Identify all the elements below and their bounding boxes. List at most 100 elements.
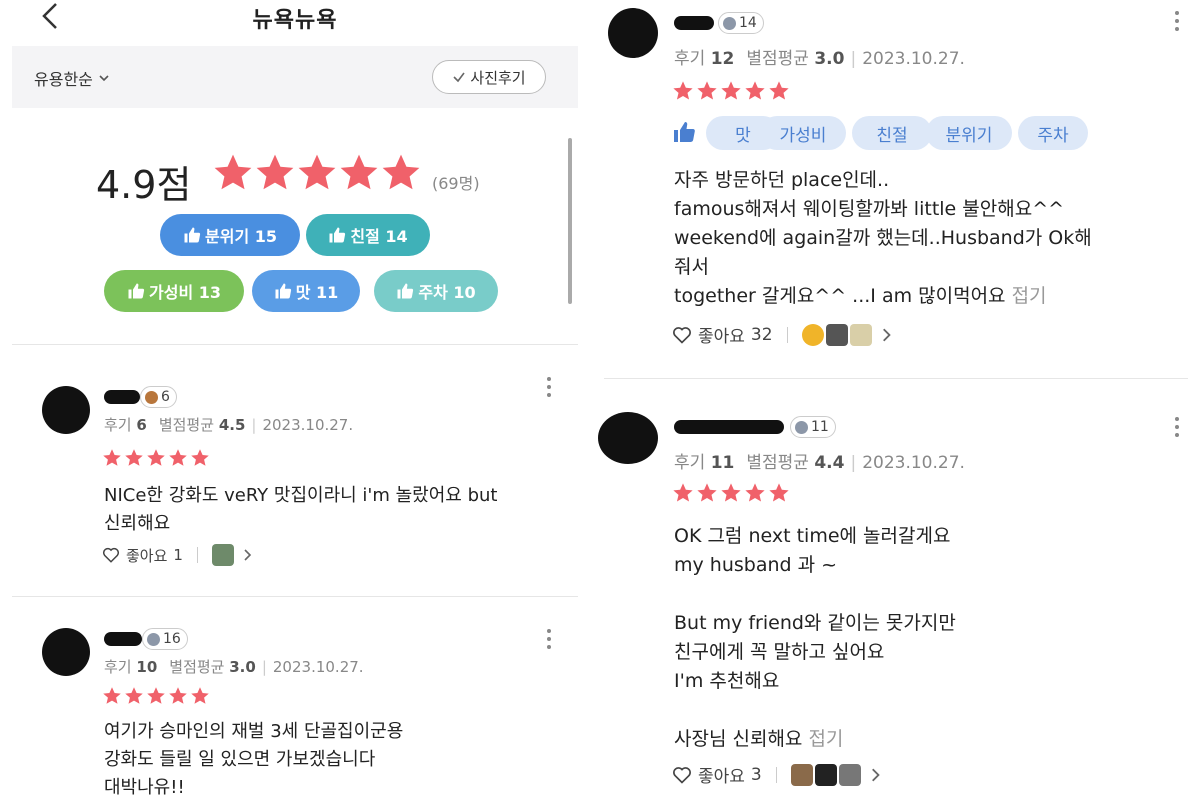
fold-link[interactable]: 접기 xyxy=(1012,285,1047,307)
star-icon xyxy=(256,154,294,190)
reactor-avatar xyxy=(838,763,861,786)
photo-review-filter-button[interactable]: 사진후기 xyxy=(432,60,546,94)
like-count: 1 xyxy=(173,546,183,564)
keyword-tag: 주차 xyxy=(1018,116,1088,150)
reactor-avatars[interactable] xyxy=(211,544,234,566)
keyword-chip-label: 가성비 13 xyxy=(149,283,221,302)
nickname-redacted xyxy=(674,16,714,30)
level-medal-icon xyxy=(147,632,160,646)
sort-selected-label: 유용한순 xyxy=(34,70,93,89)
average-stars xyxy=(212,152,422,194)
level-badge: 11 xyxy=(790,416,836,438)
right-screen: 14 후기 12 별점평균 3.0 | 2023.10.27. 맛 가성비 친절 분위기 주차… xyxy=(590,0,1200,800)
level-badge: 14 xyxy=(718,12,764,34)
star-icon xyxy=(169,687,187,704)
avatar[interactable] xyxy=(598,412,658,464)
review-body: 여기가 승마인의 재벌 3세 단골집이군용 강화도 들릴 일 있으면 가보겠습니… xyxy=(104,721,404,798)
star-icon xyxy=(697,483,717,502)
reactor-avatar xyxy=(211,544,234,566)
keyword-chip[interactable]: 가성비 13 xyxy=(104,270,244,312)
more-options-icon[interactable] xyxy=(546,628,552,650)
chevron-down-icon xyxy=(99,75,109,82)
nickname-redacted xyxy=(104,390,140,404)
check-icon xyxy=(453,72,466,83)
more-options-icon[interactable] xyxy=(1174,10,1180,32)
review-card: 14 후기 12 별점평균 3.0 | 2023.10.27. 맛 가성비 친절 분위기 주차… xyxy=(590,0,1200,380)
average-score: 4.9점 xyxy=(96,163,192,207)
star-icon xyxy=(721,81,741,100)
review-card: 6 후기 6 별점평균 4.5 | 2023.10.27. NICe한 강화도 veR… xyxy=(0,370,590,590)
left-screen: 뉴욕뉴욕 유용한순 사진후기 4.9점 (69명) 분위기 15 친절 14 가성비… xyxy=(0,0,590,800)
keyword-chip-label: 주차 10 xyxy=(418,283,476,302)
level-badge: 16 xyxy=(142,628,188,650)
reactor-avatar xyxy=(825,323,848,346)
keyword-tag: 분위기 xyxy=(926,116,1012,150)
avatar[interactable] xyxy=(42,386,90,434)
review-meta: 후기 11 별점평균 4.4 | 2023.10.27. xyxy=(674,453,965,473)
nickname-redacted xyxy=(674,420,784,434)
keyword-chip[interactable]: 분위기 15 xyxy=(160,214,300,256)
heart-icon[interactable] xyxy=(672,765,692,785)
chevron-right-icon[interactable] xyxy=(240,548,254,562)
divider xyxy=(604,378,1188,379)
reactor-avatar xyxy=(849,323,872,346)
like-row: 좋아요 1 xyxy=(102,544,254,566)
review-stars xyxy=(672,482,790,504)
star-icon xyxy=(382,154,420,190)
thumbs-up-icon xyxy=(184,227,201,243)
keyword-chip[interactable]: 맛 11 xyxy=(252,270,360,312)
keyword-chip-label: 분위기 15 xyxy=(205,227,277,246)
keyword-chip[interactable]: 주차 10 xyxy=(374,270,498,312)
page-title: 뉴욕뉴욕 xyxy=(252,8,338,33)
like-label[interactable]: 좋아요 xyxy=(698,322,745,347)
nickname-redacted xyxy=(104,632,142,646)
star-icon xyxy=(673,81,693,100)
sort-dropdown[interactable]: 유용한순 xyxy=(34,66,111,90)
star-icon xyxy=(298,154,336,190)
reactor-avatar xyxy=(814,763,837,786)
review-stars xyxy=(102,448,210,468)
star-icon xyxy=(125,449,143,466)
level-badge: 6 xyxy=(140,386,177,408)
more-options-icon[interactable] xyxy=(546,376,552,398)
review-meta: 후기 12 별점평균 3.0 | 2023.10.27. xyxy=(674,49,965,69)
reactor-avatar xyxy=(790,763,813,786)
like-label[interactable]: 좋아요 xyxy=(126,545,167,566)
level-medal-icon xyxy=(145,390,158,404)
reactor-avatars[interactable] xyxy=(790,763,861,786)
star-icon xyxy=(191,449,209,466)
like-label[interactable]: 좋아요 xyxy=(698,762,745,787)
star-icon xyxy=(745,483,765,502)
keyword-chip-label: 친절 14 xyxy=(350,227,408,246)
avatar[interactable] xyxy=(42,628,90,676)
keyword-tag: 가성비 xyxy=(760,116,846,150)
reactor-avatars[interactable] xyxy=(801,323,872,346)
more-options-icon[interactable] xyxy=(1174,416,1180,438)
keyword-chip-label: 맛 11 xyxy=(295,283,339,302)
level-medal-icon xyxy=(723,16,736,30)
heart-icon[interactable] xyxy=(672,325,692,345)
divider xyxy=(12,344,578,345)
scrollbar[interactable] xyxy=(568,138,572,304)
review-meta: 후기 10 별점평균 3.0 | 2023.10.27. xyxy=(104,658,364,676)
star-icon xyxy=(103,449,121,466)
review-card: 16 후기 10 별점평균 3.0 | 2023.10.27. 여기가 승마인의 재벌… xyxy=(0,612,590,800)
like-count: 32 xyxy=(750,324,773,345)
star-icon xyxy=(697,81,717,100)
thumbs-up-icon xyxy=(397,283,414,299)
thumbs-up-icon xyxy=(674,122,695,142)
avatar[interactable] xyxy=(608,8,658,58)
fold-link[interactable]: 접기 xyxy=(808,728,843,750)
review-stars xyxy=(102,686,210,706)
thumbs-up-icon xyxy=(128,283,145,299)
chevron-right-icon[interactable] xyxy=(867,767,883,783)
heart-icon[interactable] xyxy=(102,546,120,564)
keyword-chip[interactable]: 친절 14 xyxy=(306,214,430,256)
review-body: OK 그럼 next time에 놀러갈게요 my husband 과 ~ Bu… xyxy=(674,525,956,750)
sort-bar: 유용한순 사진후기 xyxy=(12,46,578,108)
star-icon xyxy=(745,81,765,100)
star-icon xyxy=(721,483,741,502)
divider xyxy=(12,596,578,597)
chevron-right-icon[interactable] xyxy=(878,327,894,343)
star-icon xyxy=(147,687,165,704)
